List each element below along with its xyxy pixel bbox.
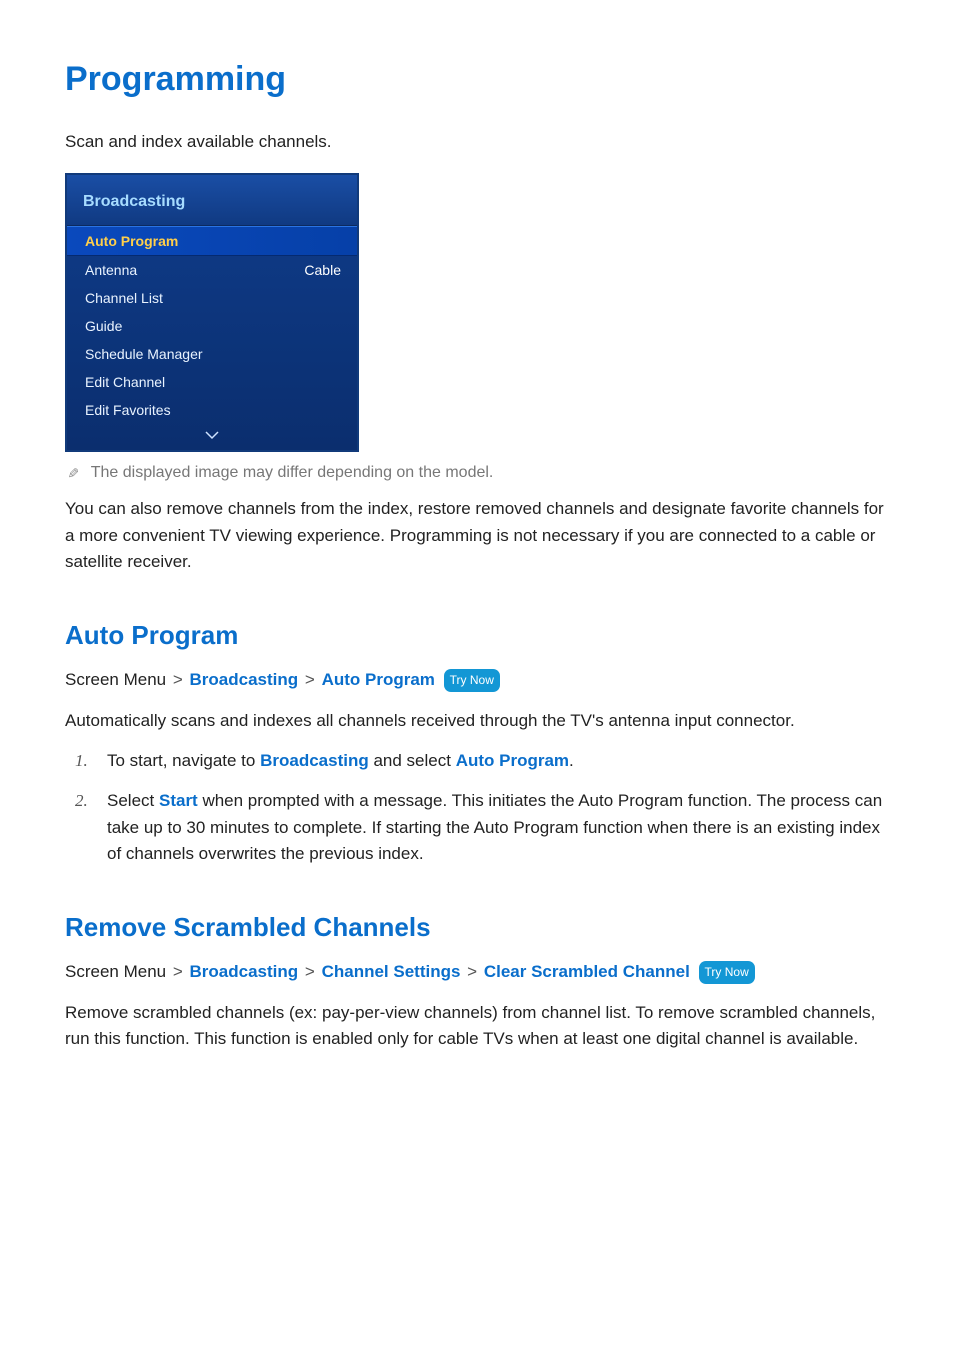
path-channel-settings: Channel Settings <box>322 962 461 981</box>
menu-item-edit-channel[interactable]: Edit Channel <box>67 368 357 396</box>
menu-item-label: Auto Program <box>85 233 178 249</box>
path-prefix: Screen Menu <box>65 670 166 689</box>
path-broadcasting: Broadcasting <box>190 962 299 981</box>
menu-item-edit-favorites[interactable]: Edit Favorites <box>67 396 357 424</box>
section-remove-scrambled: Remove Scrambled Channels <box>65 912 889 943</box>
step2-text-pre: Select <box>107 791 159 810</box>
try-now-button[interactable]: Try Now <box>699 961 755 984</box>
menu-item-label: Edit Channel <box>85 374 165 390</box>
auto-program-desc: Automatically scans and indexes all chan… <box>65 708 889 734</box>
chevron-down-icon <box>205 427 219 444</box>
menu-item-schedule-manager[interactable]: Schedule Manager <box>67 340 357 368</box>
step1-text-post: . <box>569 751 574 770</box>
path-clear-scrambled: Clear Scrambled Channel <box>484 962 690 981</box>
intro-text: Scan and index available channels. <box>65 129 889 155</box>
step-2: 2. Select Start when prompted with a mes… <box>65 788 889 867</box>
chevron-right-icon: > <box>173 962 183 981</box>
menu-item-antenna[interactable]: Antenna Cable <box>67 256 357 284</box>
menu-item-label: Schedule Manager <box>85 346 203 362</box>
after-menu-paragraph: You can also remove channels from the in… <box>65 496 889 575</box>
menu-item-auto-program[interactable]: Auto Program <box>67 226 357 256</box>
menu-scroll-down[interactable] <box>67 424 357 450</box>
chevron-right-icon: > <box>467 962 477 981</box>
step-number: 1. <box>75 748 88 774</box>
path-broadcasting: Broadcasting <box>190 670 299 689</box>
step1-text-mid: and select <box>369 751 456 770</box>
note-text: The displayed image may differ depending… <box>91 464 494 482</box>
try-now-button[interactable]: Try Now <box>444 669 500 692</box>
pencil-icon: ✎ <box>66 467 80 479</box>
menu-item-label: Channel List <box>85 290 163 306</box>
term-auto-program: Auto Program <box>456 751 569 770</box>
page-title: Programming <box>65 60 889 99</box>
auto-program-path: Screen Menu > Broadcasting > Auto Progra… <box>65 667 889 693</box>
chevron-right-icon: > <box>305 962 315 981</box>
step2-text-post: when prompted with a message. This initi… <box>107 791 882 863</box>
term-start: Start <box>159 791 198 810</box>
menu-item-label: Edit Favorites <box>85 402 171 418</box>
term-broadcasting: Broadcasting <box>260 751 369 770</box>
step-1: 1. To start, navigate to Broadcasting an… <box>65 748 889 774</box>
remove-scrambled-desc: Remove scrambled channels (ex: pay-per-v… <box>65 1000 889 1053</box>
menu-item-value: Cable <box>304 262 341 278</box>
step1-text-pre: To start, navigate to <box>107 751 260 770</box>
menu-item-label: Guide <box>85 318 122 334</box>
section-auto-program: Auto Program <box>65 620 889 651</box>
step-number: 2. <box>75 788 88 814</box>
chevron-right-icon: > <box>173 670 183 689</box>
chevron-right-icon: > <box>305 670 315 689</box>
menu-header: Broadcasting <box>67 175 357 226</box>
path-auto-program: Auto Program <box>322 670 435 689</box>
remove-scrambled-path: Screen Menu > Broadcasting > Channel Set… <box>65 959 889 985</box>
broadcasting-menu: Broadcasting Auto Program Antenna Cable … <box>65 173 359 452</box>
path-prefix: Screen Menu <box>65 962 166 981</box>
menu-item-guide[interactable]: Guide <box>67 312 357 340</box>
menu-item-label: Antenna <box>85 262 137 278</box>
auto-program-steps: 1. To start, navigate to Broadcasting an… <box>65 748 889 867</box>
model-note: ✎ The displayed image may differ dependi… <box>65 464 889 482</box>
menu-rows: Auto Program Antenna Cable Channel List … <box>67 226 357 450</box>
menu-item-channel-list[interactable]: Channel List <box>67 284 357 312</box>
